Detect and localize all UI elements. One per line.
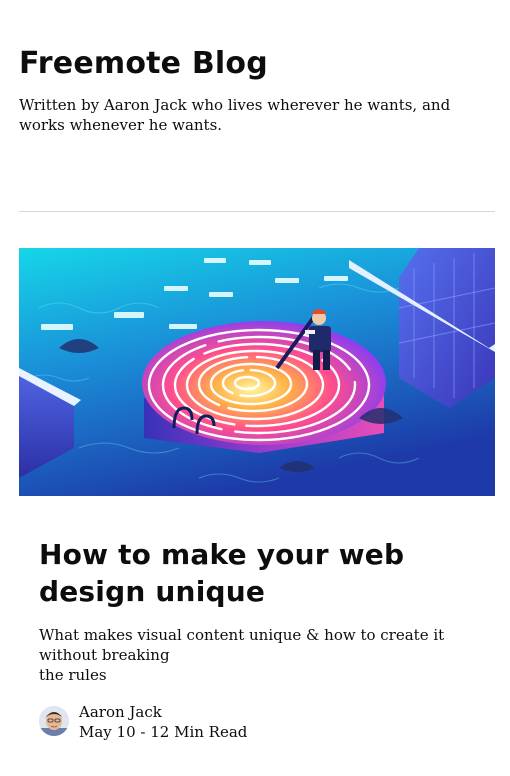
- post-author: Aaron Jack May 10 - 12 Min Read: [39, 702, 475, 742]
- author-avatar[interactable]: [39, 706, 69, 736]
- post-card: How to make your web design unique What …: [39, 536, 475, 685]
- author-name[interactable]: Aaron Jack: [79, 702, 162, 722]
- post-excerpt: What makes visual content unique & how t…: [39, 625, 475, 685]
- post-excerpt-line: the rules: [39, 666, 107, 684]
- blog-description: Written by Aaron Jack who lives wherever…: [19, 96, 451, 134]
- post-excerpt-line: without breaking: [39, 646, 170, 664]
- post-hero-image[interactable]: [19, 248, 495, 496]
- post-meta: May 10 - 12 Min Read: [79, 723, 248, 741]
- header-divider: [19, 211, 495, 212]
- post-title[interactable]: How to make your web design unique: [39, 536, 475, 610]
- post-excerpt-line: What makes visual content unique & how t…: [39, 626, 445, 644]
- blog-title[interactable]: Freemote Blog: [19, 42, 268, 86]
